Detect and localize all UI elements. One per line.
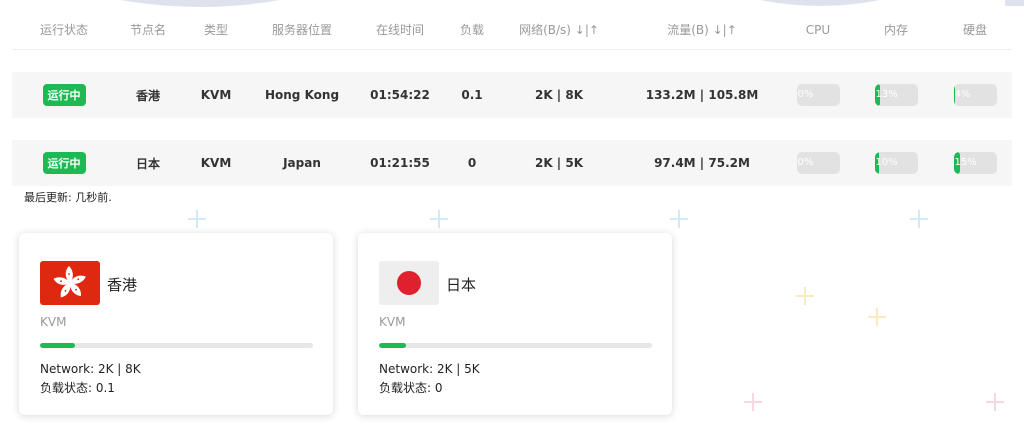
card-load-text: 负载状态: 0.1 xyxy=(40,381,115,395)
card-server-type: KVM xyxy=(40,315,67,329)
memory-usage-label: 13% xyxy=(875,89,898,100)
cpu-usage-label: 0% xyxy=(797,89,814,100)
status-badge: 运行中 xyxy=(42,84,86,106)
cpu-usage-bar: 0% xyxy=(796,84,840,106)
type-cell: KVM xyxy=(180,140,252,186)
memory-usage-bar: 10% xyxy=(874,152,918,174)
header-decoration xyxy=(120,0,1024,7)
hong-kong-flag-icon xyxy=(40,261,100,305)
card-progress-fill xyxy=(40,343,76,348)
disk-usage-label: 4% xyxy=(954,89,971,100)
load-cell: 0.1 xyxy=(448,72,496,118)
uptime-cell: 01:54:22 xyxy=(352,72,448,118)
sparkle-icon xyxy=(910,210,928,228)
location-cell: Hong Kong xyxy=(252,72,352,118)
card-progress-bar xyxy=(40,343,313,348)
cpu-usage-bar: 0% xyxy=(796,152,840,174)
sparkle-icon xyxy=(430,210,448,228)
disk-usage-bar: 4% xyxy=(953,84,997,106)
column-header-disk[interactable]: 硬盘 xyxy=(938,10,1012,50)
card-server-name: 香港 xyxy=(107,276,138,294)
table-row[interactable]: 运行中 日本 KVM Japan 01:21:55 0 2K | 5K 97.4… xyxy=(12,140,1012,186)
sparkle-icon xyxy=(796,287,814,305)
sparkle-icon xyxy=(188,210,206,228)
uptime-cell: 01:21:55 xyxy=(352,140,448,186)
memory-usage-label: 10% xyxy=(875,157,898,168)
cpu-usage-label: 0% xyxy=(797,157,814,168)
status-badge: 运行中 xyxy=(42,152,86,174)
server-card-japan[interactable]: 日本 KVM Network: 2K | 5K 负载状态: 0 xyxy=(358,233,672,415)
column-header-load[interactable]: 负载 xyxy=(448,10,496,50)
row-spacer xyxy=(12,118,1012,140)
column-header-status[interactable]: 运行状态 xyxy=(12,10,116,50)
memory-usage-bar: 13% xyxy=(874,84,918,106)
column-header-type[interactable]: 类型 xyxy=(180,10,252,50)
column-header-cpu[interactable]: CPU xyxy=(782,10,854,50)
card-progress-fill xyxy=(379,343,407,348)
node-name-cell: 日本 xyxy=(116,140,180,186)
traffic-cell: 97.4M | 75.2M xyxy=(622,140,782,186)
card-network-text: Network: 2K | 8K xyxy=(40,362,141,376)
japan-flag-icon xyxy=(379,261,439,305)
server-card-hong-kong[interactable]: 香港 KVM Network: 2K | 8K 负载状态: 0.1 xyxy=(19,233,333,415)
disk-usage-label: 15% xyxy=(954,157,977,168)
server-status-table: 运行状态 节点名 类型 服务器位置 在线时间 负载 网络(B/s) ↓|↑ 流量… xyxy=(12,10,1012,186)
sparkle-icon xyxy=(744,393,762,411)
column-header-node[interactable]: 节点名 xyxy=(116,10,180,50)
row-spacer xyxy=(12,50,1012,73)
column-header-network[interactable]: 网络(B/s) ↓|↑ xyxy=(496,10,622,50)
card-server-type: KVM xyxy=(379,315,406,329)
column-header-uptime[interactable]: 在线时间 xyxy=(352,10,448,50)
sparkle-icon xyxy=(670,210,688,228)
card-progress-bar xyxy=(379,343,652,348)
table-row[interactable]: 运行中 香港 KVM Hong Kong 01:54:22 0.1 2K | 8… xyxy=(12,72,1012,118)
column-header-traffic[interactable]: 流量(B) ↓|↑ xyxy=(622,10,782,50)
card-network-text: Network: 2K | 5K xyxy=(379,362,480,376)
disk-usage-bar: 15% xyxy=(953,152,997,174)
location-cell: Japan xyxy=(252,140,352,186)
load-cell: 0 xyxy=(448,140,496,186)
sparkle-icon xyxy=(868,308,886,326)
card-server-name: 日本 xyxy=(446,276,477,294)
card-load-text: 负载状态: 0 xyxy=(379,381,443,395)
traffic-cell: 133.2M | 105.8M xyxy=(622,72,782,118)
sparkle-icon xyxy=(986,393,1004,411)
column-header-location[interactable]: 服务器位置 xyxy=(252,10,352,50)
node-name-cell: 香港 xyxy=(116,72,180,118)
last-updated-text: 最后更新: 几秒前. xyxy=(24,191,112,204)
column-header-memory[interactable]: 内存 xyxy=(854,10,938,50)
network-cell: 2K | 5K xyxy=(496,140,622,186)
type-cell: KVM xyxy=(180,72,252,118)
table-header-row: 运行状态 节点名 类型 服务器位置 在线时间 负载 网络(B/s) ↓|↑ 流量… xyxy=(12,10,1012,50)
network-cell: 2K | 8K xyxy=(496,72,622,118)
